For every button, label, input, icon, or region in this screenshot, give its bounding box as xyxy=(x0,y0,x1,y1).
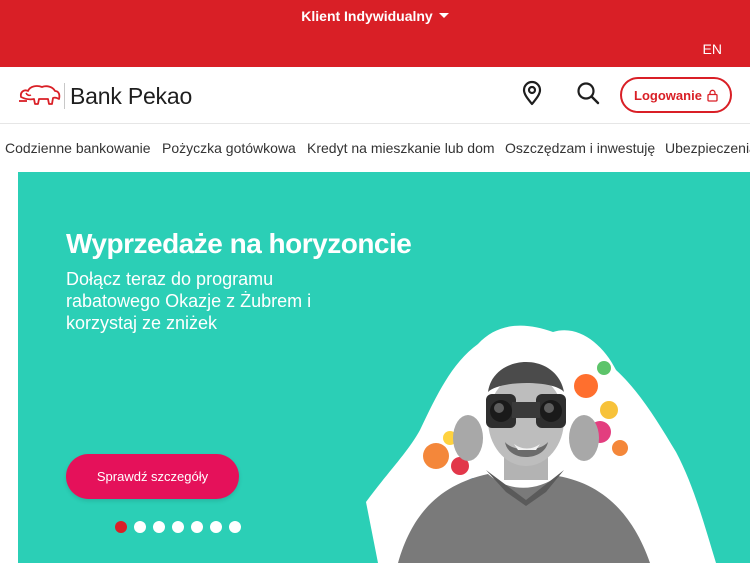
location-button[interactable] xyxy=(519,79,545,107)
segment-label: Klient Indywidualny xyxy=(301,8,433,24)
carousel-dot[interactable] xyxy=(115,521,127,533)
login-button[interactable]: Logowanie xyxy=(620,77,732,113)
location-pin-icon xyxy=(522,80,542,106)
nav-item-cash-loan[interactable]: Pożyczka gotówkowa xyxy=(162,140,296,156)
top-bar: Klient Indywidualny EN xyxy=(0,0,750,67)
bank-logo[interactable]: Bank Pekao xyxy=(18,81,192,111)
bison-logo-icon xyxy=(19,85,61,105)
segment-selector[interactable]: Klient Indywidualny xyxy=(0,8,750,24)
chevron-down-icon xyxy=(438,12,449,18)
hero-illustration xyxy=(366,325,716,563)
carousel-dot[interactable] xyxy=(229,521,241,533)
carousel-dot[interactable] xyxy=(210,521,222,533)
carousel-dot[interactable] xyxy=(172,521,184,533)
carousel-dot[interactable] xyxy=(153,521,165,533)
lock-icon xyxy=(707,89,718,102)
nav-item-savings-investments[interactable]: Oszczędzam i inwestuję xyxy=(505,140,655,156)
main-header: Bank Pekao Logowanie xyxy=(0,67,750,124)
search-icon xyxy=(577,82,600,105)
carousel-dot[interactable] xyxy=(134,521,146,533)
brand-name: Bank Pekao xyxy=(70,82,193,109)
search-button[interactable] xyxy=(575,79,601,107)
details-button[interactable]: Sprawdź szczegóły xyxy=(66,454,239,499)
hero-banner: Wyprzedaże na horyzoncie Dołącz teraz do… xyxy=(18,172,750,563)
main-nav: Codzienne bankowanie Pożyczka gotówkowa … xyxy=(0,125,750,170)
carousel-dots xyxy=(115,521,241,533)
nav-item-insurance[interactable]: Ubezpieczenia xyxy=(665,140,750,156)
logo-divider xyxy=(64,83,65,109)
carousel-dot[interactable] xyxy=(191,521,203,533)
hero-subtitle: Dołącz teraz do programu rabatowego Okaz… xyxy=(66,269,312,333)
nav-item-daily-banking[interactable]: Codzienne bankowanie xyxy=(5,140,151,156)
login-label: Logowanie xyxy=(634,87,702,103)
nav-item-mortgage[interactable]: Kredyt na mieszkanie lub dom xyxy=(307,140,495,156)
language-switch[interactable]: EN xyxy=(703,41,722,57)
